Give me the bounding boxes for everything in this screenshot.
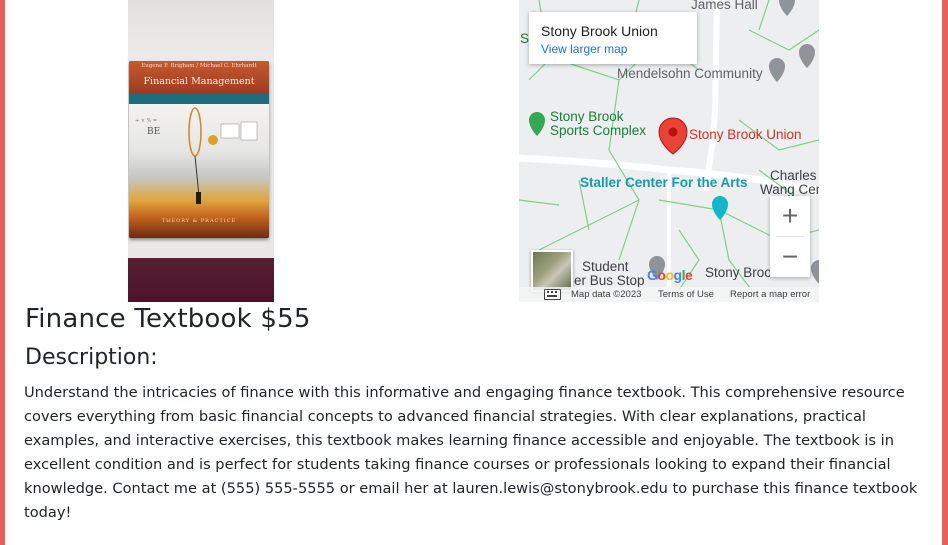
google-logo: Google — [647, 267, 693, 283]
map-label-charles-1: Charles I — [770, 168, 819, 183]
report-map-error-link[interactable]: Report a map error — [730, 289, 810, 300]
photo-fabric — [128, 258, 274, 302]
book-subtitle: THEORY & PRACTICE — [161, 218, 237, 224]
book-photo: Eugene F. Brigham / Michael C. Ehrhardt … — [128, 0, 274, 302]
book-title: Financial Management — [143, 76, 255, 87]
zoom-in-button[interactable]: + — [770, 196, 810, 236]
book-cover: Eugene F. Brigham / Michael C. Ehrhardt … — [129, 61, 269, 238]
map-label-student-2: er Bus Stop — [574, 273, 645, 288]
view-larger-map-link[interactable]: View larger map — [541, 42, 627, 56]
description-heading: Description: — [25, 345, 158, 370]
map-label-sports-1: Stony Brook — [550, 109, 624, 124]
svg-text:BE: BE — [147, 127, 160, 137]
map-label-edge: S — [520, 31, 530, 46]
map-label-mendelsohn: Mendelsohn Community — [617, 66, 763, 81]
map-label-james-hall: James Hall — [691, 0, 758, 12]
svg-text:+ × % =: + × % = — [135, 118, 157, 124]
book-authors: Eugene F. Brigham / Michael C. Ehrhardt — [141, 63, 257, 69]
listing-title: Finance Textbook $55 — [25, 304, 311, 334]
satellite-toggle[interactable] — [531, 250, 573, 292]
map-label-sports-2: Sports Complex — [550, 123, 647, 138]
zoom-out-button[interactable]: − — [770, 237, 810, 277]
map-info-card: Stony Brook Union View larger map — [529, 12, 697, 64]
map-zoom-controls: + − — [770, 196, 810, 277]
map-place-name: Stony Brook Union — [541, 23, 658, 39]
terms-of-use-link[interactable]: Terms of Use — [658, 289, 714, 300]
map-label-union: Stony Brook Union — [689, 127, 802, 142]
map-label-staller: Staller Center For the Arts — [580, 175, 748, 190]
photo-backdrop — [128, 0, 274, 62]
map-label-stony-brook-bottom: Stony Broo — [705, 265, 772, 280]
listing-description: Understand the intricacies of finance wi… — [24, 384, 918, 521]
map-label-charles-2: Wang Cen — [760, 182, 819, 197]
map-data-text: Map data ©2023 — [571, 289, 642, 300]
listing-page: Eugene F. Brigham / Michael C. Ehrhardt … — [5, 0, 942, 545]
map-attribution-bar: Map data ©2023 Terms of Use Report a map… — [519, 287, 819, 302]
keyboard-icon[interactable] — [544, 289, 561, 300]
embedded-map[interactable]: James Hall S Mendelsohn Community Stony … — [519, 0, 819, 302]
cover-stripe — [129, 94, 269, 104]
map-label-student-1: Student — [582, 259, 629, 274]
